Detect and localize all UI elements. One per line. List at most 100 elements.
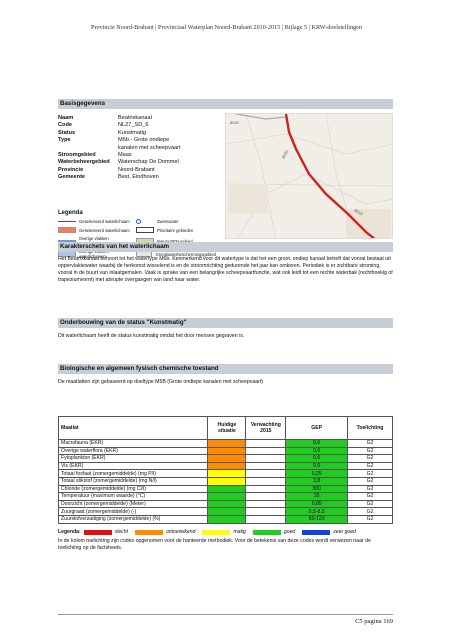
gep-cell: 0,6: [285, 461, 349, 471]
score-legend-swatch: [252, 529, 281, 535]
map-graphic: 8020 8020 8018: [226, 114, 392, 238]
huidig-cell: [207, 476, 247, 486]
basis-value: Best, Eindhoven: [118, 174, 159, 181]
legend-swatch: [136, 219, 141, 224]
table-row: Macrofauna (EKR) 0,6 G2: [57, 439, 393, 448]
basisgegevens-list: Naam Beatrixkanaal Code NL27_SD_6 Status Kuns…: [58, 115, 188, 182]
page-number: C5 pagina 169: [355, 618, 393, 625]
basis-row: Type M6b - Grote ondiepe kanalen met sche…: [58, 137, 188, 152]
score-legend-swatch: [202, 529, 231, 535]
verwachting-cell: [245, 454, 287, 463]
basis-key: Type: [58, 137, 71, 144]
score-legend-swatch: [83, 529, 112, 535]
col-header-verwachting: Verwachting 2015: [245, 416, 287, 440]
basis-row: Provincie Noord-Brabant: [58, 167, 188, 174]
biologisch-intro: De maatlatten zijn gebaseerd op doeltype…: [58, 379, 264, 385]
legend-label: Geselecteerd waterlichaam: [79, 227, 130, 233]
maatlat-cell: Macrofauna (EKR): [57, 439, 209, 448]
basis-row: Status Kunstmatig: [58, 130, 188, 137]
huidig-cell: [207, 484, 247, 494]
page-header: Provincie Noord-Brabant | Provinciaal Wa…: [91, 24, 362, 31]
toelichting-cell: G2: [347, 476, 393, 486]
maatlat-table: Maatlat Huidige situatie Verwachting 201…: [57, 416, 393, 524]
gep-cell: 0,6: [285, 454, 349, 463]
score-legend-item-label: matig: [233, 529, 246, 535]
basis-value: Noord-Brabant: [118, 166, 155, 173]
huidig-cell: [207, 439, 247, 448]
huidig-cell: [207, 454, 247, 463]
gep-cell: 60-120: [285, 514, 349, 524]
gep-cell: 5,5-8,5: [285, 507, 349, 516]
basis-key: Gemeente: [58, 174, 86, 181]
maatlat-cell: Zuurstofverzadiging (zomergemiddelde) (%…: [57, 514, 209, 524]
toelichting-cell: G2: [347, 469, 393, 478]
verwachting-cell: [245, 507, 287, 516]
basisgegevens-heading: Basisgegevens: [58, 99, 393, 109]
table-row: Zuurstofverzadiging (zomergemiddelde) (%…: [57, 514, 393, 524]
toelichting-cell: G2: [347, 454, 393, 463]
huidig-cell: [207, 499, 247, 509]
toelichting-cell: G2: [347, 484, 393, 494]
score-legend-item-label: slecht: [114, 529, 128, 535]
basis-row: Naam Beatrixkanaal: [58, 115, 188, 122]
basis-key: Naam: [58, 115, 74, 121]
col-header-huidig: Huidige situatie: [207, 416, 247, 440]
footer-divider: [58, 614, 393, 615]
map-label: 8020: [230, 120, 240, 125]
maatlat-cell: Totaal fosfaat (zomergemiddelde) (mg P/l…: [57, 469, 209, 478]
toelichting-cell: G2: [347, 439, 393, 448]
table-row: Totaal stikstof (zomergemiddelde) (mg N/…: [57, 476, 393, 486]
toelichting-cell: G2: [347, 446, 393, 456]
legend-swatch: [58, 220, 76, 223]
gep-cell: 3,8: [285, 476, 349, 486]
toelichting-cell: G2: [347, 507, 393, 516]
basis-value: NL27_SD_6: [118, 122, 149, 129]
verwachting-cell: [245, 514, 287, 524]
toelichting-cell: G2: [347, 492, 393, 501]
table-row: Chloride (zomergemiddelde) (mg Cl/l) 300 G…: [57, 484, 393, 494]
table-row: Vis (EKR) 0,6 G2: [57, 461, 393, 471]
map: 8020 8020 8018: [225, 113, 393, 239]
table-row: Overige waterflora (EKR) 0,6 G2: [57, 446, 393, 456]
table-row: Doorzicht (zomergemiddelde) (Meter) 0,80 G…: [57, 499, 393, 509]
basis-row: Code NL27_SD_6: [58, 122, 188, 129]
basis-row: Gemeente Best, Eindhoven: [58, 174, 188, 181]
basis-value: Maas: [118, 152, 132, 159]
maatlat-cell: Vis (EKR): [57, 461, 209, 471]
score-legend-swatch: [134, 529, 163, 535]
onderbouwing-heading: Onderbouwing van de status "Kunstmatig": [58, 318, 393, 328]
maatlat-cell: Temperatuur (maximum waarde) (°C): [57, 492, 209, 501]
basis-key: Stroomgebied: [58, 152, 96, 159]
maatlat-cell: Chloride (zomergemiddelde) (mg Cl/l): [57, 484, 209, 494]
biologisch-heading: Biologische en algemeen fysisch chemisch…: [58, 364, 393, 374]
karakterschets-text: Het Beatrixkanaal behoort tot het watert…: [58, 256, 393, 283]
table-row: Temperatuur (maximum waarde) (°C) 25 G2: [57, 492, 393, 501]
basis-key: Code: [58, 122, 72, 129]
basis-row: Waterbeheergebied Waterschap De Dommel: [58, 159, 188, 166]
verwachting-cell: [245, 484, 287, 494]
verwachting-cell: [245, 469, 287, 478]
legend-label: Geselecteerd waterlichaam: [79, 219, 130, 224]
maatlat-cell: Totaal stikstof (zomergemiddelde) (mg N/…: [57, 476, 209, 486]
verwachting-cell: [245, 439, 287, 448]
basis-value: Beatrixkanaal: [118, 115, 152, 121]
maatlat-cell: Overige waterflora (EKR): [57, 446, 209, 456]
note-text: In de kolom toelichting zijn codes opgen…: [58, 538, 371, 551]
score-legend-label: Legenda:: [58, 529, 81, 535]
gep-cell: 300: [285, 484, 349, 494]
legend-title: Legenda: [58, 210, 83, 216]
table-row: Fytoplankton (EKR) 0,6 G2: [57, 454, 393, 463]
gep-cell: 0,6: [285, 439, 349, 448]
legend-item: Geselecteerd waterlichaam: [58, 219, 136, 224]
score-legend-item-label: zeer goed: [333, 529, 356, 535]
huidig-cell: [207, 461, 247, 471]
huidig-cell: [207, 514, 247, 524]
table-row: Zuurgraad (zomergemiddelde) (-) 5,5-8,5 G2: [57, 507, 393, 516]
gep-cell: 25: [285, 492, 349, 501]
basis-key: Waterbeheergebied: [58, 159, 110, 166]
verwachting-cell: [245, 492, 287, 501]
legend-label: Prioritaire gebieden: [157, 227, 194, 233]
maatlat-cell: Zuurgraad (zomergemiddelde) (-): [57, 507, 209, 516]
onderbouwing-text: Dit waterlichaam heeft de status kunstma…: [58, 333, 245, 339]
toelichting-cell: G2: [347, 499, 393, 509]
